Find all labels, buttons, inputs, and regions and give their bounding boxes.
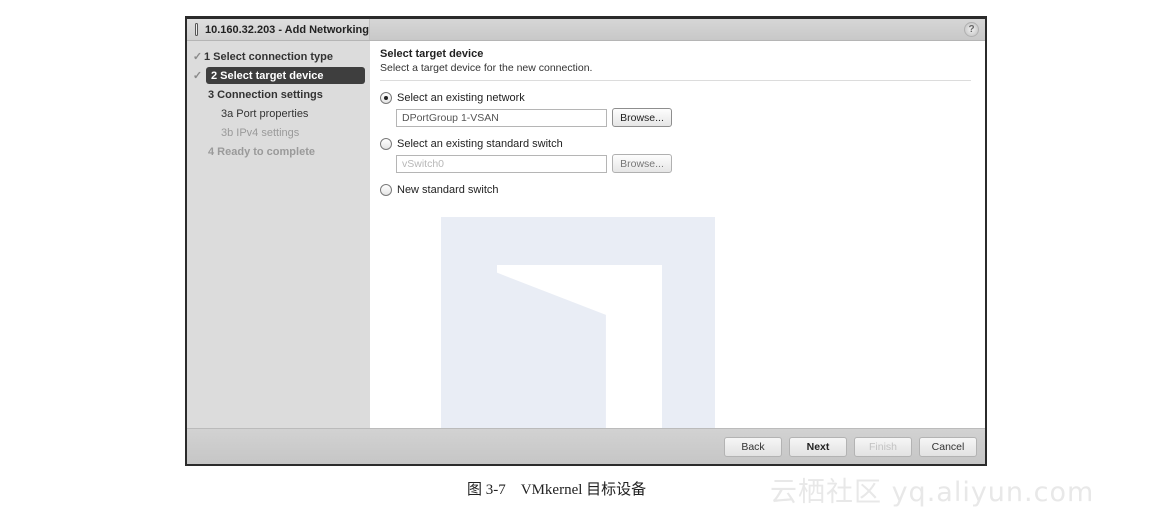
check-icon: ✓ (192, 51, 203, 63)
step-connection-settings[interactable]: 3 Connection settings (187, 85, 370, 104)
step-label: 3 Connection settings (208, 88, 323, 101)
figure-caption: 图 3-7 VMkernel 目标设备 (467, 482, 647, 498)
step-label: 3a Port properties (221, 107, 309, 120)
help-button[interactable]: ? (964, 22, 979, 37)
step-select-target-device[interactable]: ✓ 2 Select target device (193, 67, 365, 84)
site-watermark: 云栖社区 yq.aliyun.com (770, 477, 1095, 508)
radio-label: Select an existing standard switch (397, 138, 563, 150)
radio-checked-icon[interactable] (380, 92, 392, 104)
browse-switch-button: Browse... (612, 154, 672, 173)
step-label: 3b IPv4 settings (221, 126, 300, 139)
title-area: 10.160.32.203 - Add Networking (187, 19, 370, 40)
radio-label: Select an existing network (397, 92, 525, 104)
wizard-steps: ✓ 1 Select connection type ✓ 2 Select ta… (187, 41, 370, 428)
check-icon: ✓ (192, 70, 203, 82)
step-label: 2 Select target device (211, 69, 324, 82)
step-port-properties[interactable]: 3a Port properties (187, 104, 370, 123)
dialog-footer: Back Next Finish Cancel (187, 428, 985, 464)
next-button[interactable]: Next (789, 436, 847, 457)
step-ipv4-settings: 3b IPv4 settings (187, 123, 370, 142)
option-existing-network: Select an existing network Browse... (380, 92, 971, 127)
title-bar: 10.160.32.203 - Add Networking ? (187, 19, 985, 41)
page-subtitle: Select a target device for the new conne… (380, 62, 971, 81)
radio-new-standard-switch[interactable]: New standard switch (380, 184, 971, 196)
radio-unchecked-icon[interactable] (380, 184, 392, 196)
standard-switch-field (396, 154, 607, 173)
watermark-logo (441, 217, 715, 457)
option-new-standard-switch: New standard switch (380, 184, 971, 196)
step-label: 1 Select connection type (204, 50, 333, 63)
back-button[interactable]: Back (724, 436, 782, 457)
host-icon (195, 23, 198, 36)
window-title: 10.160.32.203 - Add Networking (204, 23, 369, 36)
step-ready-to-complete: 4 Ready to complete (187, 142, 370, 161)
radio-existing-network[interactable]: Select an existing network (380, 92, 971, 104)
switch-field-row: Browse... (396, 154, 971, 173)
finish-button: Finish (854, 436, 912, 457)
radio-label: New standard switch (397, 184, 499, 196)
radio-existing-standard-switch[interactable]: Select an existing standard switch (380, 138, 971, 150)
browse-network-button[interactable]: Browse... (612, 108, 672, 127)
page-title: Select target device (380, 48, 484, 60)
main-panel: Select target device Select a target dev… (370, 41, 985, 457)
cancel-button[interactable]: Cancel (919, 436, 977, 457)
add-networking-dialog: 10.160.32.203 - Add Networking ? ✓ 1 Sel… (185, 16, 987, 466)
network-field[interactable] (396, 108, 607, 127)
step-select-connection-type[interactable]: ✓ 1 Select connection type (187, 47, 370, 66)
option-existing-standard-switch: Select an existing standard switch Brows… (380, 138, 971, 173)
network-field-row: Browse... (396, 108, 971, 127)
radio-unchecked-icon[interactable] (380, 138, 392, 150)
dialog-body: ✓ 1 Select connection type ✓ 2 Select ta… (187, 41, 985, 457)
step-label: 4 Ready to complete (208, 145, 315, 158)
